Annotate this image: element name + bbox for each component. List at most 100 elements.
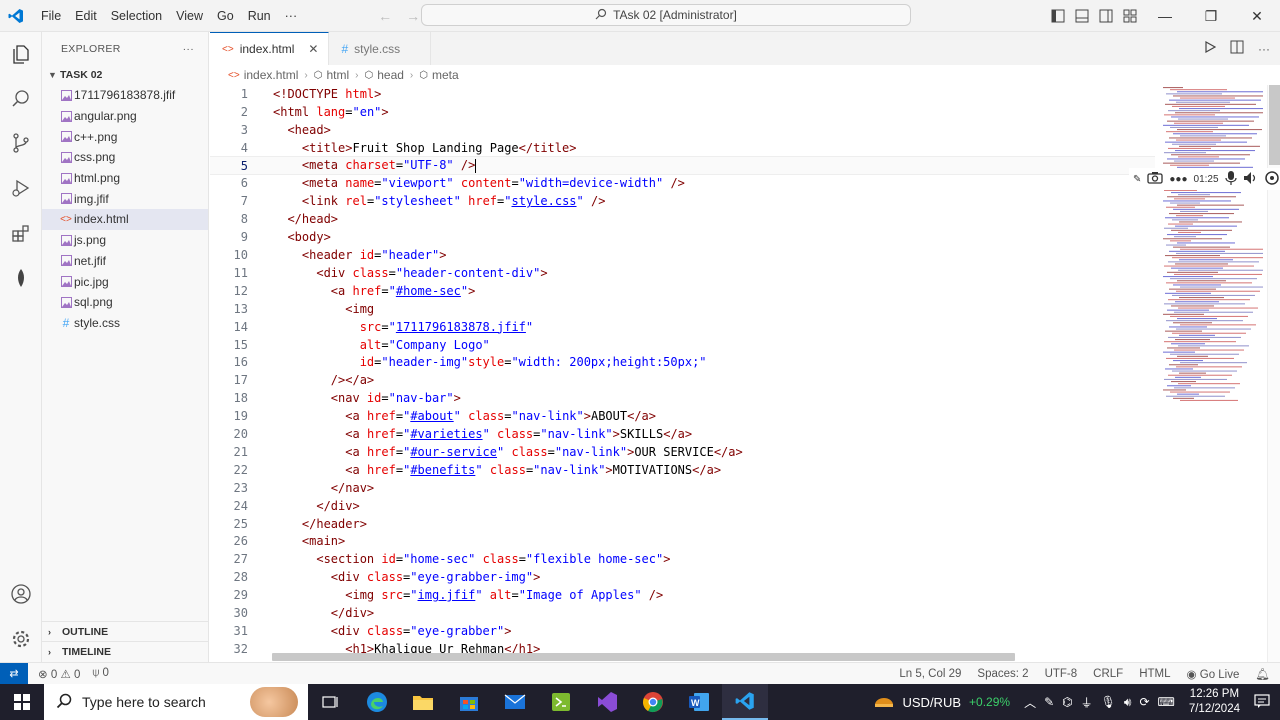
code-line[interactable]: 15 alt="Company Logo" [210, 336, 1155, 354]
menu-go[interactable]: Go [210, 0, 241, 32]
menu-run[interactable]: Run [241, 0, 278, 32]
chevron-up-icon[interactable]: ︿ [1024, 694, 1036, 711]
code-line[interactable]: 24 </div> [210, 497, 1155, 515]
tab-index-html[interactable]: <> index.html ✕ [210, 32, 330, 65]
chrome-browser-icon[interactable] [630, 684, 676, 720]
toggle-secondary-sidebar-icon[interactable] [1094, 0, 1118, 32]
speaker-icon[interactable] [1243, 171, 1259, 188]
keyboard-icon[interactable]: ⌨ [1158, 695, 1175, 709]
more-actions-icon[interactable]: ··· [1258, 42, 1270, 56]
close-window-button[interactable]: ✕ [1234, 0, 1280, 32]
code-line[interactable]: 23 </nav> [210, 479, 1155, 497]
word-icon[interactable]: W [676, 684, 722, 720]
tab-style-css[interactable]: # style.css [329, 32, 432, 65]
go-live-button[interactable]: ◉ Go Live [1187, 667, 1240, 681]
file-explorer-icon[interactable] [400, 684, 446, 720]
code-line[interactable]: 17 /></a> [210, 371, 1155, 389]
customize-layout-icon[interactable] [1118, 0, 1142, 32]
run-debug-icon[interactable] [0, 166, 42, 210]
file-item[interactable]: angular.png [42, 106, 208, 127]
code-line[interactable]: 11 <div class="header-content-div"> [210, 264, 1155, 282]
forward-arrow-icon[interactable]: → [406, 8, 420, 24]
accounts-icon[interactable] [0, 572, 42, 616]
language-mode[interactable]: HTML [1139, 668, 1170, 680]
code-line[interactable]: 4 <title>Fruit Shop Landing Page</title> [210, 139, 1155, 157]
run-icon[interactable] [1204, 40, 1217, 56]
code-line[interactable]: 30 </div> [210, 604, 1155, 622]
end-of-line[interactable]: CRLF [1093, 668, 1123, 680]
code-line[interactable]: 5 <meta charset="UTF-8" /> [210, 155, 1155, 176]
camera-icon[interactable] [1147, 171, 1164, 187]
timeline-section[interactable]: › TIMELINE [42, 641, 209, 661]
file-item[interactable]: sql.png [42, 292, 208, 313]
maximize-button[interactable]: ❐ [1188, 0, 1234, 32]
code-line[interactable]: 3 <head> [210, 121, 1155, 139]
file-item[interactable]: <> index.html [42, 209, 208, 230]
usb-icon[interactable]: ⏚ [1081, 694, 1093, 711]
code-line[interactable]: 21 <a href="#our-service" class="nav-lin… [210, 443, 1155, 461]
file-item[interactable]: img.jfif [42, 188, 208, 209]
encoding[interactable]: UTF-8 [1045, 668, 1078, 680]
folder-task-02[interactable]: ▼ TASK 02 [42, 65, 208, 85]
code-line[interactable]: 26 <main> [210, 533, 1155, 551]
menu-view[interactable]: View [169, 0, 210, 32]
sublime-style-app-icon[interactable] [538, 684, 584, 720]
indentation[interactable]: Spaces: 2 [977, 668, 1028, 680]
settings-gear-icon[interactable] [0, 617, 42, 661]
menu-file[interactable]: File [34, 0, 68, 32]
code-line[interactable]: 1 <!DOCTYPE html> [210, 85, 1155, 103]
menu-edit[interactable]: Edit [68, 0, 104, 32]
microphone-icon[interactable] [1224, 170, 1237, 189]
code-line[interactable]: 9 <body> [210, 228, 1155, 246]
pen-menu-icon[interactable]: ✎ [1044, 695, 1054, 709]
pen-icon[interactable]: ✎ [1133, 174, 1141, 185]
menu-more[interactable]: ··· [278, 0, 305, 32]
code-line[interactable]: 27 <section id="home-sec" class="flexibl… [210, 550, 1155, 568]
file-item[interactable]: # style.css [42, 313, 208, 334]
webcam-icon[interactable] [1264, 170, 1279, 188]
edge-browser-icon[interactable] [354, 684, 400, 720]
file-item[interactable]: c++.png [42, 126, 208, 147]
mail-icon[interactable] [492, 684, 538, 720]
explorer-more-button[interactable]: ··· [183, 43, 194, 55]
breadcrumb-meta[interactable]: meta [432, 68, 459, 82]
code-line[interactable]: 29 <img src="img.jfif" alt="Image of App… [210, 586, 1155, 604]
notification-center-icon[interactable] [1254, 693, 1270, 711]
back-arrow-icon[interactable]: ← [378, 8, 392, 24]
horizontal-scroll-thumb[interactable] [272, 653, 1015, 661]
outline-section[interactable]: › OUTLINE [42, 621, 209, 641]
code-line[interactable]: 14 src="1711796183878.jfif" [210, 318, 1155, 336]
task-view-icon[interactable] [308, 684, 354, 720]
toggle-primary-sidebar-icon[interactable] [1046, 0, 1070, 32]
command-center[interactable]: TAsk 02 [Administrator] [421, 4, 911, 26]
minimize-button[interactable]: — [1142, 0, 1188, 32]
search-icon[interactable] [0, 77, 42, 121]
code-line[interactable]: 20 <a href="#varieties" class="nav-link"… [210, 425, 1155, 443]
code-line[interactable]: 12 <a href="#home-sec"> [210, 282, 1155, 300]
toggle-panel-icon[interactable] [1070, 0, 1094, 32]
sync-icon[interactable]: ⟳ [1139, 695, 1149, 709]
visual-studio-icon[interactable] [584, 684, 630, 720]
code-line[interactable]: 18 <nav id="nav-bar"> [210, 389, 1155, 407]
file-item[interactable]: 1711796183878.jfif [42, 85, 208, 106]
code-line[interactable]: 16 id="header-img"style="width: 200px;he… [210, 354, 1155, 372]
split-editor-icon[interactable] [1230, 40, 1244, 57]
volume-icon[interactable]: 🔊︎ [1124, 695, 1132, 710]
notifications-bell-icon[interactable]: 🔔︎ [1255, 667, 1270, 681]
breadcrumb-head[interactable]: head [377, 68, 404, 82]
clock[interactable]: 12:26 PM 7/12/2024 [1189, 687, 1240, 717]
explorer-icon[interactable] [0, 32, 42, 76]
code-line[interactable]: 6 <meta name="viewport" content="width=d… [210, 175, 1155, 193]
breadcrumb-file[interactable]: index.html [244, 68, 299, 82]
menu-selection[interactable]: Selection [104, 0, 169, 32]
code-line[interactable]: 7 <link rel="stylesheet" href="style.css… [210, 192, 1155, 210]
code-line[interactable]: 13 <img [210, 300, 1155, 318]
file-item[interactable]: net.jfif [42, 251, 208, 272]
code-line[interactable]: 8 </head> [210, 210, 1155, 228]
file-item[interactable]: html.png [42, 168, 208, 189]
breadcrumb-html[interactable]: html [326, 68, 349, 82]
code-line[interactable]: 31 <div class="eye-grabber"> [210, 622, 1155, 640]
stock-ticker[interactable]: USD/RUB [903, 695, 962, 710]
microsoft-store-icon[interactable] [446, 684, 492, 720]
close-tab-icon[interactable]: ✕ [308, 42, 318, 56]
